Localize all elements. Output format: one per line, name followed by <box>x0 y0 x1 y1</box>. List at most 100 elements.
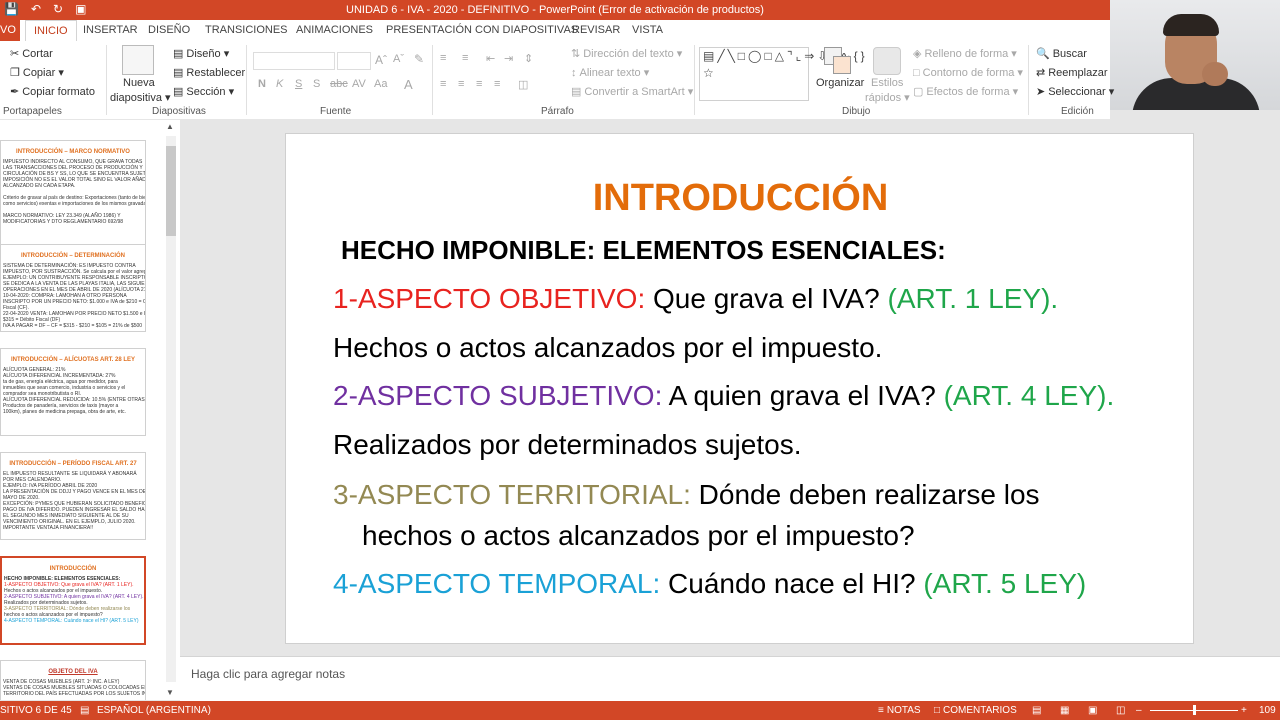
quick-styles-label-1[interactable]: Estilos <box>871 77 903 89</box>
font-family-select[interactable] <box>253 52 335 70</box>
slide-line-aspecto-temporal[interactable]: 4-ASPECTO TEMPORAL: Cuándo nace el HI? (… <box>333 568 1086 600</box>
slide-sorter-icon[interactable]: ▦ <box>1060 705 1069 716</box>
underline-icon[interactable]: S <box>295 78 302 90</box>
scroll-up-icon[interactable]: ▲ <box>166 122 174 131</box>
slide-title[interactable]: INTRODUCCIÓN <box>286 177 1195 220</box>
new-slide-label-1[interactable]: Nueva <box>123 77 155 89</box>
slide-line-aspecto-territorial[interactable]: 3-ASPECTO TERRITORIAL: Dónde deben reali… <box>333 479 1040 511</box>
slide-line-hechos[interactable]: Hechos o actos alcanzados por el impuest… <box>333 332 882 364</box>
arrange-button[interactable]: Organizar <box>816 77 864 89</box>
case-icon[interactable]: Aa <box>374 78 387 90</box>
bullets-icon[interactable]: ≡ <box>440 52 446 64</box>
grow-font-icon[interactable]: Aˆ <box>375 53 387 67</box>
clear-format-icon[interactable]: ✎ <box>414 52 424 66</box>
arrange-icon[interactable] <box>824 47 852 75</box>
text-direction-button[interactable]: ⇅ Dirección del texto ▾ <box>571 47 682 60</box>
align-right-icon[interactable]: ≡ <box>476 78 482 90</box>
select-button[interactable]: ➤ Seleccionar ▾ <box>1036 85 1114 98</box>
webcam-overlay <box>1110 0 1280 110</box>
tab-transiciones[interactable]: TRANSICIONES <box>205 24 288 36</box>
zoom-slider-knob[interactable] <box>1193 705 1196 715</box>
copy-button[interactable]: ❐ Copiar ▾ <box>10 66 64 79</box>
tab-vista[interactable]: VISTA <box>632 24 663 36</box>
scroll-down-icon[interactable]: ▼ <box>166 688 174 697</box>
slide-line-hechos-territorial[interactable]: hechos o actos alcanzados por el impuest… <box>362 520 915 552</box>
zoom-out-icon[interactable]: – <box>1136 705 1142 716</box>
slide-canvas[interactable]: INTRODUCCIÓN HECHO IMPONIBLE: ELEMENTOS … <box>285 133 1194 644</box>
group-label-diapositivas: Diapositivas <box>152 106 206 117</box>
bold-icon[interactable]: N <box>258 78 266 90</box>
slide-thumbnail[interactable]: INTRODUCCIÓN – PERÍODO FISCAL ART. 27 EL… <box>0 452 146 540</box>
slide-thumbnail-selected[interactable]: INTRODUCCIÓN HECHO IMPONIBLE: ELEMENTOS … <box>0 556 146 645</box>
notes-placeholder[interactable]: Haga clic para agregar notas <box>191 667 345 681</box>
slide-thumbnail[interactable]: INTRODUCCIÓN – ALÍCUOTAS ART. 28 LEY ALÍ… <box>0 348 146 436</box>
notes-pane[interactable]: Haga clic para agregar notas <box>180 656 1280 701</box>
scroll-thumb[interactable] <box>166 146 176 236</box>
ribbon-separator <box>694 45 695 115</box>
quick-styles-icon[interactable] <box>873 47 901 75</box>
numbering-icon[interactable]: ≡ <box>462 52 468 64</box>
slide-thumbnail[interactable]: INTRODUCCIÓN – DETERMINACIÓN SISTEMA DE … <box>0 244 146 332</box>
aspecto-territorial-text: Dónde deben realizarse los <box>690 479 1040 510</box>
proofing-icon[interactable]: ▤ <box>80 705 89 716</box>
thumbnails-scrollbar[interactable]: ▲ ▼ <box>164 122 178 700</box>
reset-button[interactable]: ▤ Restablecer <box>173 66 245 79</box>
align-left-icon[interactable]: ≡ <box>440 78 446 90</box>
find-button[interactable]: 🔍 Buscar <box>1036 47 1087 60</box>
slide-subtitle[interactable]: HECHO IMPONIBLE: ELEMENTOS ESENCIALES: <box>341 235 946 266</box>
slide-line-aspecto-subjetivo[interactable]: 2-ASPECTO SUBJETIVO: A quien grava el IV… <box>333 380 1114 412</box>
spacing-icon[interactable]: AV <box>352 78 366 90</box>
replace-button[interactable]: ⇄ Reemplazar <box>1036 66 1108 79</box>
slide-line-realizados[interactable]: Realizados por determinados sujetos. <box>333 429 801 461</box>
new-slide-icon[interactable] <box>122 45 154 75</box>
tab-diseno[interactable]: DISEÑO <box>148 24 190 36</box>
tab-file[interactable]: VO <box>0 20 20 41</box>
increase-indent-icon[interactable]: ⇥ <box>504 52 513 65</box>
shadow-icon[interactable]: S <box>313 78 320 90</box>
align-center-icon[interactable]: ≡ <box>458 78 464 90</box>
zoom-level[interactable]: 109 <box>1259 705 1276 716</box>
section-button[interactable]: ▤ Sección ▾ <box>173 85 234 98</box>
tab-animaciones[interactable]: ANIMACIONES <box>296 24 373 36</box>
columns-icon[interactable]: ◫ <box>518 78 528 91</box>
layout-button[interactable]: ▤ Diseño ▾ <box>173 47 229 60</box>
tab-revisar[interactable]: REVISAR <box>572 24 620 36</box>
shape-fill-button[interactable]: ◈ Relleno de forma ▾ <box>913 47 1017 60</box>
reading-view-icon[interactable]: ▣ <box>1088 705 1097 716</box>
normal-view-icon[interactable]: ▤ <box>1032 705 1041 716</box>
font-size-select[interactable] <box>337 52 371 70</box>
tab-inicio[interactable]: INICIO <box>25 20 77 42</box>
comments-toggle[interactable]: □ COMENTARIOS <box>934 705 1017 716</box>
copy-icon: ❐ <box>10 67 20 79</box>
notes-icon: ≡ <box>878 705 884 716</box>
slide-thumbnail[interactable]: INTRODUCCIÓN – MARCO NORMATIVO IMPUESTO … <box>0 140 146 246</box>
notes-toggle[interactable]: ≡ NOTAS <box>878 705 921 716</box>
quick-styles-label-2[interactable]: rápidos ▾ <box>865 91 910 104</box>
italic-icon[interactable]: K <box>276 78 283 90</box>
zoom-in-icon[interactable]: + <box>1241 705 1247 716</box>
shape-outline-button[interactable]: □ Contorno de forma ▾ <box>913 66 1023 79</box>
new-slide-label-2[interactable]: diapositiva ▾ <box>110 91 171 104</box>
language-indicator[interactable]: ESPAÑOL (ARGENTINA) <box>97 705 211 716</box>
strikethrough-icon[interactable]: abc <box>330 78 348 90</box>
align-text-button[interactable]: ↕ Alinear texto ▾ <box>571 66 649 79</box>
ribbon: ✂ Cortar ❐ Copiar ▾ ✒ Copiar formato Portap… <box>0 41 1114 120</box>
font-color-icon[interactable]: A <box>404 77 413 92</box>
cut-button[interactable]: ✂ Cortar <box>10 47 53 60</box>
ribbon-tabs: VO INICIO INSERTAR DISEÑO TRANSICIONES A… <box>0 20 1110 42</box>
slide-thumbnail[interactable]: OBJETO DEL IVA VENTA DE COSAS MUEBLES (A… <box>0 660 146 700</box>
shrink-font-icon[interactable]: Aˇ <box>393 53 404 65</box>
justify-icon[interactable]: ≡ <box>494 78 500 90</box>
tab-insertar[interactable]: INSERTAR <box>83 24 138 36</box>
shapes-gallery[interactable]: ▤╱╲□◯□△⌝⌞⇒⇩○∿{}☆ <box>699 47 865 101</box>
slide-line-aspecto-objetivo[interactable]: 1-ASPECTO OBJETIVO: Que grava el IVA? (A… <box>333 283 1058 315</box>
format-painter-button[interactable]: ✒ Copiar formato <box>10 85 95 98</box>
line-spacing-icon[interactable]: ⇕ <box>524 52 533 65</box>
tab-presentacion[interactable]: PRESENTACIÓN CON DIAPOSITIVAS <box>386 24 578 36</box>
smartart-button[interactable]: ▤ Convertir a SmartArt ▾ <box>571 85 693 98</box>
slide-thumbnails-panel[interactable]: INTRODUCCIÓN – MARCO NORMATIVO IMPUESTO … <box>0 120 180 700</box>
aspecto-objetivo-label: 1-ASPECTO OBJETIVO: <box>333 283 646 314</box>
slideshow-icon[interactable]: ◫ <box>1116 705 1125 716</box>
decrease-indent-icon[interactable]: ⇤ <box>486 52 495 65</box>
shape-effects-button[interactable]: ▢ Efectos de forma ▾ <box>913 85 1018 98</box>
